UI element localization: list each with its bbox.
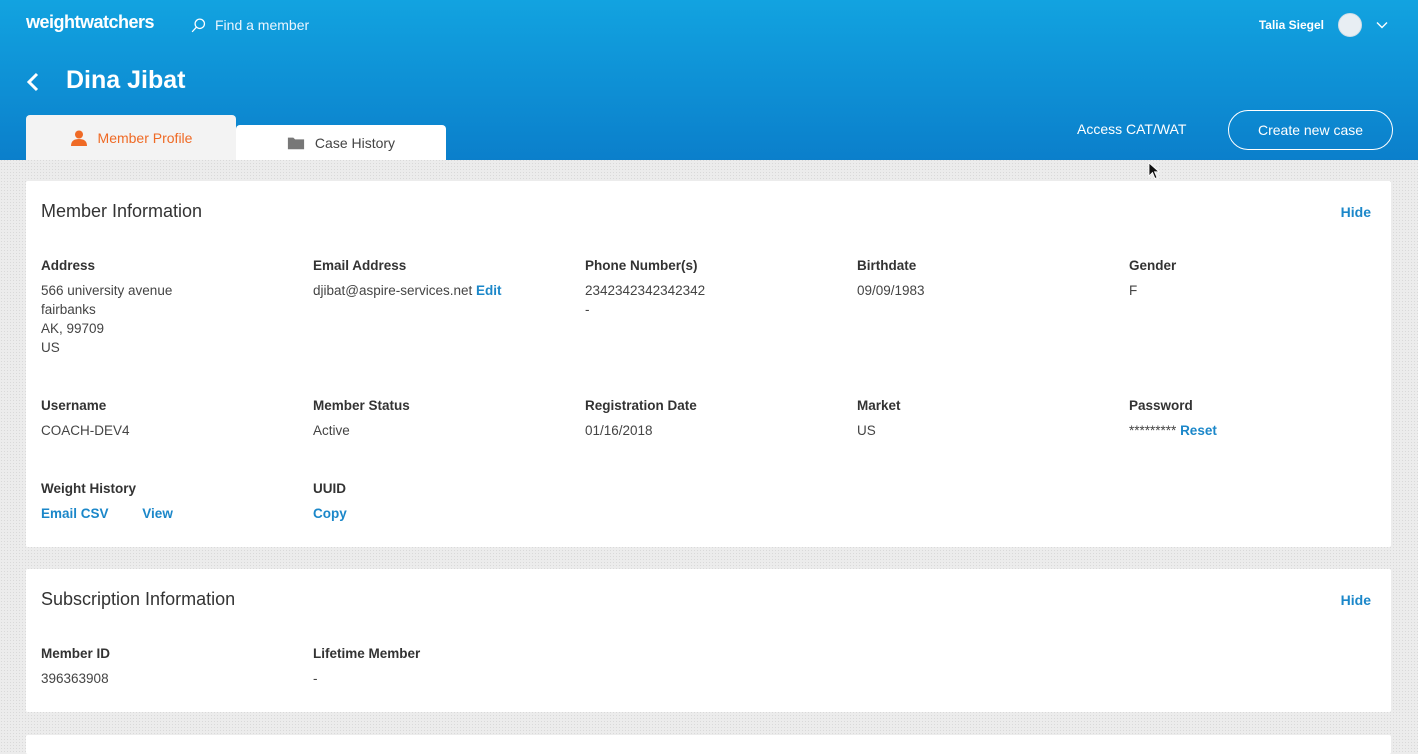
email-value: djibat@aspire-services.net	[313, 283, 473, 298]
uuid-field: UUID Copy	[313, 481, 347, 523]
member-status-field: Member Status Active	[313, 398, 410, 440]
member-status-value: Active	[313, 423, 350, 438]
card-title: Subscription Information	[41, 589, 236, 609]
top-header: weightwatchers Find a member Talia Siege…	[0, 0, 1418, 160]
field-label: Member ID	[41, 646, 111, 661]
address-line: US	[41, 340, 60, 355]
email-value-row: djibat@aspire-services.net Edit	[313, 281, 502, 300]
address-line: 566 university avenue	[41, 283, 173, 298]
view-weight-history-link[interactable]: View	[142, 506, 173, 521]
weightwatchers-logo[interactable]: weightwatchers	[26, 12, 155, 33]
email-field: Email Address djibat@aspire-services.net…	[313, 258, 502, 300]
reset-password-link[interactable]: Reset	[1180, 423, 1217, 438]
user-menu[interactable]: Talia Siegel	[1259, 12, 1388, 38]
field-label: UUID	[313, 481, 346, 496]
phone-field: Phone Number(s) 2342342342342342 -	[585, 258, 705, 319]
search-placeholder[interactable]: Find a member	[215, 17, 309, 33]
field-label: Username	[41, 398, 107, 413]
password-mask: *********	[1129, 423, 1177, 438]
edit-email-link[interactable]: Edit	[476, 283, 502, 298]
lifetime-member-value: -	[313, 671, 318, 686]
mouse-cursor-icon	[1148, 162, 1160, 180]
weight-history-field: Weight History Email CSV View	[41, 481, 241, 523]
phone-line: -	[585, 302, 590, 317]
market-value: US	[857, 423, 876, 438]
hide-member-info-link[interactable]: Hide	[1341, 204, 1371, 220]
password-value-row: ********* Reset	[1129, 421, 1217, 440]
username-field: Username COACH-DEV4	[41, 398, 130, 440]
market-field: Market US	[857, 398, 901, 440]
gender-value: F	[1129, 283, 1138, 298]
birthdate-value: 09/09/1983	[857, 283, 925, 298]
card-title: Member Information	[41, 201, 203, 221]
field-label: Member Status	[313, 398, 410, 413]
field-label: Password	[1129, 398, 1193, 413]
search-icon	[191, 17, 206, 32]
tab-label: Member Profile	[97, 129, 193, 146]
chevron-down-icon[interactable]	[1376, 19, 1388, 31]
tab-label: Case History	[314, 134, 396, 151]
member-id-field: Member ID 396363908	[41, 646, 110, 688]
username-value: COACH-DEV4	[41, 423, 130, 438]
gender-field: Gender F	[1129, 258, 1176, 300]
birthdate-field: Birthdate 09/09/1983	[857, 258, 925, 300]
phone-line: 2342342342342342	[585, 283, 706, 298]
person-icon	[70, 130, 87, 146]
tab-case-history[interactable]: Case History	[236, 125, 446, 160]
back-button[interactable]	[22, 70, 44, 94]
tab-member-profile[interactable]: Member Profile	[26, 115, 236, 160]
registration-date-field: Registration Date 01/16/2018	[585, 398, 697, 440]
copy-uuid-link[interactable]: Copy	[313, 506, 347, 521]
field-label: Market	[857, 398, 901, 413]
avatar[interactable]	[1338, 13, 1362, 37]
hide-subscription-info-link[interactable]: Hide	[1341, 592, 1371, 608]
address-field: Address 566 university avenue fairbanks …	[41, 258, 172, 357]
next-section-card	[26, 735, 1391, 754]
folder-icon	[287, 137, 305, 149]
field-label: Birthdate	[857, 258, 917, 273]
subscription-information-card: Subscription Information Hide Member ID …	[26, 569, 1391, 712]
chevron-left-icon	[26, 72, 39, 92]
member-information-card: Member Information Hide Address 566 univ…	[26, 181, 1391, 547]
field-label: Address	[41, 258, 96, 273]
find-member-search[interactable]: Find a member	[190, 16, 309, 34]
access-cat-wat-link[interactable]: Access CAT/WAT	[1077, 121, 1186, 137]
field-label: Lifetime Member	[313, 646, 421, 661]
address-line: AK, 99709	[41, 321, 105, 336]
lifetime-member-field: Lifetime Member -	[313, 646, 420, 688]
create-new-case-button[interactable]: Create new case	[1228, 110, 1393, 150]
user-name: Talia Siegel	[1258, 18, 1324, 32]
field-label: Gender	[1129, 258, 1177, 273]
member-id-value: 396363908	[41, 671, 109, 686]
weight-history-actions: Email CSV View	[41, 504, 241, 523]
address-line: fairbanks	[41, 302, 96, 317]
email-csv-link[interactable]: Email CSV	[41, 506, 109, 521]
password-field: Password ********* Reset	[1129, 398, 1217, 440]
field-label: Phone Number(s)	[585, 258, 698, 273]
uuid-actions: Copy	[313, 504, 347, 523]
registration-date-value: 01/16/2018	[585, 423, 653, 438]
field-label: Weight History	[41, 481, 137, 496]
field-label: Registration Date	[585, 398, 697, 413]
member-name-title: Dina Jibat	[66, 66, 186, 94]
field-label: Email Address	[313, 258, 407, 273]
